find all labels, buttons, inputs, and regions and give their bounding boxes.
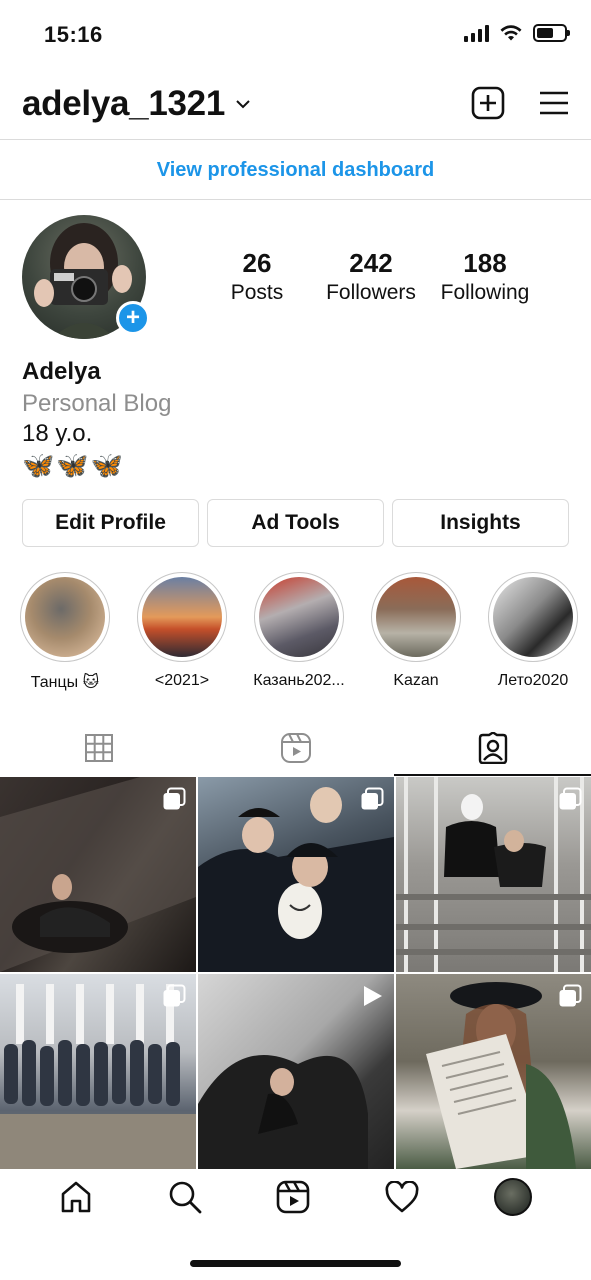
highlight-item[interactable]: Kazan [371, 572, 461, 692]
highlight-label: Казань202... [253, 672, 345, 689]
new-post-icon[interactable] [471, 86, 505, 120]
story-highlights: Танцы 🐱 <2021> Казань202... Kazan Лето20… [20, 572, 591, 692]
grid-post[interactable] [0, 777, 196, 972]
carousel-icon [163, 984, 186, 1007]
ad-tools-button[interactable]: Ad Tools [207, 499, 384, 547]
profile-tabs [0, 720, 591, 776]
highlight-ring [254, 572, 344, 662]
profile-stats: 26 Posts 242 Followers 188 Following [200, 248, 570, 305]
carousel-icon [163, 787, 186, 810]
carousel-icon [559, 984, 582, 1007]
status-icons [464, 24, 570, 42]
tab-reels[interactable] [197, 720, 394, 776]
chevron-down-icon [236, 100, 250, 109]
reels-nav-icon[interactable] [276, 1180, 310, 1214]
profile-header: adelya_1321 [0, 72, 591, 140]
grid-post[interactable] [0, 974, 196, 1169]
stat-followers[interactable]: 242 Followers [314, 248, 428, 305]
highlight-label: Лето2020 [497, 672, 569, 689]
grid-post[interactable] [396, 974, 591, 1169]
battery-fill [537, 28, 553, 38]
profile-bio: Adelya Personal Blog 18 y.o. 🦋🦋🦋 [22, 358, 171, 481]
username: adelya_1321 [22, 84, 225, 123]
highlight-image [142, 577, 222, 657]
stat-posts-count: 26 [242, 248, 272, 278]
highlight-item[interactable]: Казань202... [253, 572, 345, 692]
highlight-image [376, 577, 456, 657]
profile-avatar[interactable]: + [22, 215, 150, 339]
bio-text: 18 y.o. [22, 420, 93, 447]
carousel-icon [361, 787, 384, 810]
stat-following-label: Following [440, 281, 530, 304]
stat-followers-label: Followers [326, 281, 416, 304]
profile-category: Personal Blog [22, 390, 172, 417]
stat-followers-count: 242 [349, 248, 393, 278]
highlight-label: Kazan [393, 672, 439, 689]
heart-icon[interactable] [385, 1181, 419, 1213]
status-bar: 15:16 [0, 0, 591, 72]
bottom-navigation [0, 1160, 591, 1234]
stat-following-count: 188 [463, 248, 507, 278]
stat-posts-label: Posts [230, 281, 284, 304]
grid-icon [84, 734, 113, 762]
highlight-image [25, 577, 105, 657]
stat-following[interactable]: 188 Following [428, 248, 542, 305]
highlight-ring [20, 572, 110, 662]
search-icon[interactable] [168, 1180, 202, 1214]
profile-name: Adelya [22, 358, 101, 385]
profile-tab-avatar[interactable] [493, 1178, 532, 1216]
highlight-item[interactable]: Танцы 🐱 [20, 572, 110, 692]
highlight-ring [371, 572, 461, 662]
home-icon[interactable] [59, 1180, 93, 1214]
photo-grid [0, 777, 591, 1169]
tagged-icon [478, 732, 507, 764]
reel-play-icon [364, 986, 382, 1006]
status-time: 15:16 [44, 22, 103, 47]
highlight-label: Танцы 🐱 [30, 674, 100, 691]
grid-post[interactable] [198, 974, 394, 1169]
wifi-icon [500, 25, 522, 41]
highlight-ring [137, 572, 227, 662]
highlight-label: <2021> [154, 672, 210, 689]
highlight-item[interactable]: Лето2020 [488, 572, 578, 692]
highlight-item[interactable]: <2021> [137, 572, 227, 692]
menu-icon[interactable] [539, 90, 569, 116]
signal-icon [464, 24, 489, 42]
highlight-image [493, 577, 573, 657]
bio-emoji: 🦋🦋🦋 [22, 450, 126, 480]
insights-button[interactable]: Insights [392, 499, 569, 547]
grid-post[interactable] [396, 777, 591, 972]
account-switcher[interactable]: adelya_1321 [22, 84, 251, 124]
reels-icon [280, 733, 311, 763]
carousel-icon [559, 787, 582, 810]
stat-posts[interactable]: 26 Posts [200, 248, 314, 305]
battery-icon [533, 24, 570, 42]
grid-post[interactable] [198, 777, 394, 972]
tab-tagged[interactable] [394, 720, 591, 776]
highlight-image [259, 577, 339, 657]
tab-grid[interactable] [0, 720, 197, 776]
highlight-ring [488, 572, 578, 662]
professional-dashboard-link[interactable]: View professional dashboard [0, 141, 591, 200]
edit-profile-button[interactable]: Edit Profile [22, 499, 199, 547]
add-story-icon[interactable]: + [116, 301, 150, 335]
home-indicator [190, 1260, 401, 1267]
profile-actions: Edit Profile Ad Tools Insights [22, 499, 569, 547]
dashboard-label: View professional dashboard [156, 158, 435, 181]
